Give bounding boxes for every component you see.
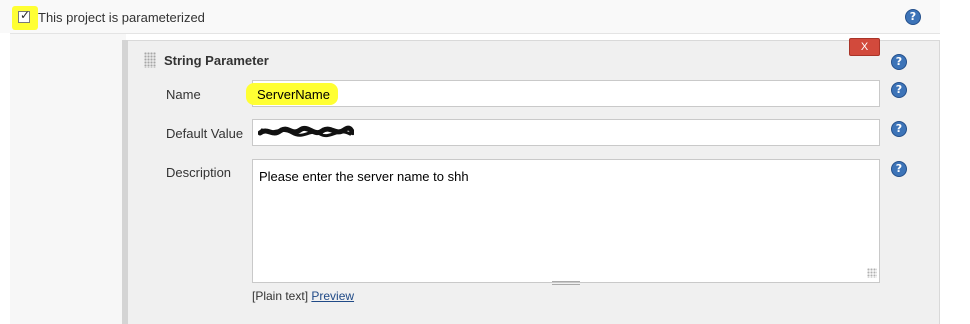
name-input[interactable] — [252, 80, 880, 107]
description-label: Description — [166, 165, 232, 180]
preview-link[interactable]: Preview — [311, 289, 354, 303]
divider — [10, 33, 940, 34]
help-icon[interactable] — [891, 161, 907, 177]
drag-handle-icon[interactable] — [144, 52, 156, 68]
description-value: Please enter the server name to shh — [259, 169, 469, 184]
parameter-title: String Parameter — [164, 53, 269, 68]
parameterized-checkbox[interactable]: ✓ — [18, 8, 31, 23]
help-icon[interactable] — [891, 121, 907, 137]
redaction-scribble — [258, 125, 354, 138]
name-value: ServerName — [257, 87, 330, 102]
default-value-label: Default Value — [166, 126, 244, 141]
name-label: Name — [166, 87, 201, 102]
parameterized-label[interactable]: This project is parameterized — [38, 10, 205, 25]
delete-parameter-button[interactable]: X — [849, 38, 880, 56]
help-icon[interactable] — [891, 82, 907, 98]
help-icon[interactable] — [891, 54, 907, 70]
markup-format-hint: [Plain text] Preview — [252, 289, 354, 303]
help-icon[interactable] — [905, 9, 921, 25]
resize-grip-icon[interactable] — [867, 268, 877, 278]
textarea-resize-handle[interactable] — [552, 281, 580, 285]
indent-panel — [10, 33, 126, 324]
plain-text-label: [Plain text] — [252, 289, 309, 303]
checkmark-icon: ✓ — [19, 8, 31, 22]
